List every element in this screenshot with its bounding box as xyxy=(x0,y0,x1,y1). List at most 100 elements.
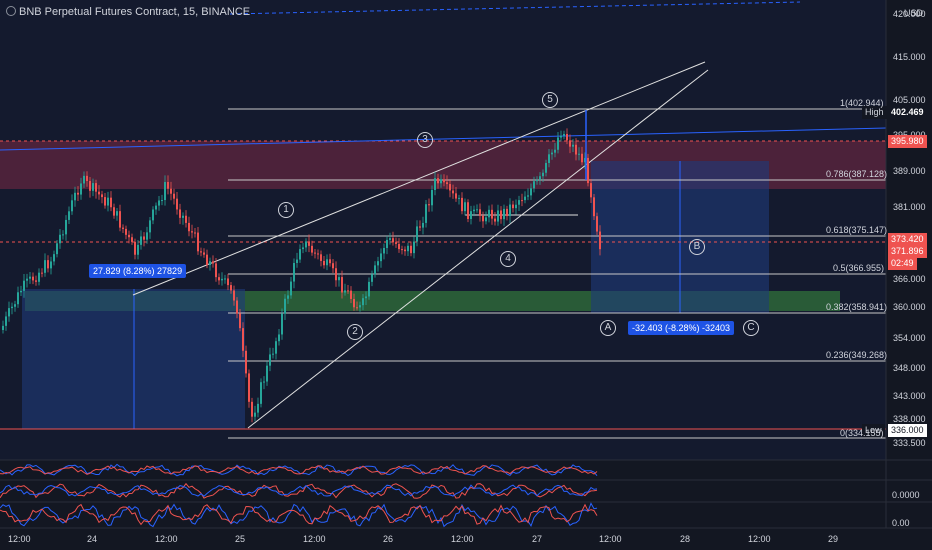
wave-a-label[interactable]: A xyxy=(600,320,616,336)
wave-3-label[interactable]: 3 xyxy=(417,132,433,148)
candle-body xyxy=(308,241,310,246)
candle-body xyxy=(14,304,16,307)
candle-body xyxy=(419,226,421,228)
fib-label: 0.382(358.941) xyxy=(826,302,888,312)
candle-body xyxy=(389,238,391,240)
candle-body xyxy=(251,401,253,417)
candle-body xyxy=(11,306,13,309)
price-tick: 389.000 xyxy=(893,166,926,176)
candle-body xyxy=(551,152,553,155)
candle-body xyxy=(425,204,427,223)
candle-body xyxy=(242,328,244,351)
candle-body xyxy=(8,308,10,317)
red-level-badge: 395.980 xyxy=(888,135,927,148)
time-tick: 12:00 xyxy=(303,534,326,544)
candle-body xyxy=(170,188,172,194)
candle-body xyxy=(569,140,571,147)
candle-body xyxy=(356,307,358,309)
wave-b-label[interactable]: B xyxy=(689,239,705,255)
candle-body xyxy=(422,222,424,228)
candle-body xyxy=(68,211,70,220)
chart-app[interactable]: BNB Perpetual Futures Contract, 15, BINA… xyxy=(0,0,932,550)
candle-body xyxy=(98,191,100,195)
measure-down-label[interactable]: -32.403 (-8.28%) -32403 xyxy=(628,321,735,335)
candle-body xyxy=(560,135,562,138)
candle-body xyxy=(50,261,52,269)
chart-title[interactable]: BNB Perpetual Futures Contract, 15, BINA… xyxy=(6,6,250,18)
wave-4-label[interactable]: 4 xyxy=(500,251,516,267)
candle-body xyxy=(134,241,136,255)
candle-body xyxy=(542,172,544,177)
candle-body xyxy=(131,237,133,242)
wave-1-label[interactable]: 1 xyxy=(278,202,294,218)
candle-body xyxy=(563,133,565,136)
candle-body xyxy=(287,295,289,299)
candle-body xyxy=(473,209,475,212)
candle-body xyxy=(266,365,268,382)
candle-body xyxy=(29,276,31,279)
candle-body xyxy=(89,181,91,191)
candle-body xyxy=(158,200,160,206)
candle-body xyxy=(398,243,400,250)
candle-body xyxy=(317,253,319,255)
candle-body xyxy=(347,290,349,292)
candle-body xyxy=(173,193,175,199)
candle-body xyxy=(65,219,67,235)
candle-body xyxy=(335,268,337,281)
symbol-title: BNB Perpetual Futures Contract, 15, BINA… xyxy=(19,6,251,18)
candle-body xyxy=(323,260,325,266)
fib-label: 0.236(349.268) xyxy=(826,350,888,360)
candle-body xyxy=(32,276,34,281)
time-tick: 27 xyxy=(532,534,543,544)
candle-body xyxy=(455,193,457,199)
candle-body xyxy=(224,278,226,280)
candle-body xyxy=(53,254,55,262)
candle-body xyxy=(143,236,145,240)
candle-body xyxy=(263,381,265,383)
wave-5-label[interactable]: 5 xyxy=(542,92,558,108)
candle-body xyxy=(239,313,241,329)
indicator-line xyxy=(0,503,598,526)
candle-body xyxy=(578,153,580,155)
time-tick: 12:00 xyxy=(748,534,771,544)
candle-body xyxy=(581,153,583,163)
wave-c-label[interactable]: C xyxy=(743,320,759,336)
candle-body xyxy=(392,238,394,243)
countdown-badge: 02:49 xyxy=(888,257,917,270)
candle-body xyxy=(320,254,322,261)
candle-body xyxy=(566,133,568,141)
candle-body xyxy=(299,249,301,260)
candle-body xyxy=(575,144,577,155)
price-tick: 338.000 xyxy=(893,414,926,424)
candle-body xyxy=(326,259,328,266)
wave-2-label[interactable]: 2 xyxy=(347,324,363,340)
candle-body xyxy=(254,412,256,417)
candle-body xyxy=(452,190,454,194)
candle-body xyxy=(62,234,64,236)
indicator-line xyxy=(0,465,598,475)
candle-body xyxy=(116,211,118,216)
measure-up-label[interactable]: 27.829 (8.28%) 27829 xyxy=(89,264,187,278)
candle-body xyxy=(35,280,37,282)
candle-body xyxy=(38,272,40,282)
candle-body xyxy=(503,208,505,220)
candle-body xyxy=(518,200,520,205)
candle-body xyxy=(149,220,151,233)
indicator-line xyxy=(0,502,598,528)
candle-body xyxy=(437,178,439,184)
candle-body xyxy=(443,179,445,183)
candle-body xyxy=(533,181,535,189)
symbol-status-icon xyxy=(6,6,16,16)
candle-body xyxy=(71,200,73,212)
high-value: 402.469 xyxy=(888,106,927,119)
candle-body xyxy=(485,217,487,222)
candle-body xyxy=(512,204,514,209)
candle-body xyxy=(410,245,412,254)
candle-body xyxy=(200,251,202,253)
candle-body xyxy=(41,272,43,274)
candle-body xyxy=(296,259,298,263)
candle-body xyxy=(500,210,502,220)
candle-body xyxy=(413,241,415,254)
time-tick: 26 xyxy=(383,534,394,544)
candle-body xyxy=(527,195,529,197)
